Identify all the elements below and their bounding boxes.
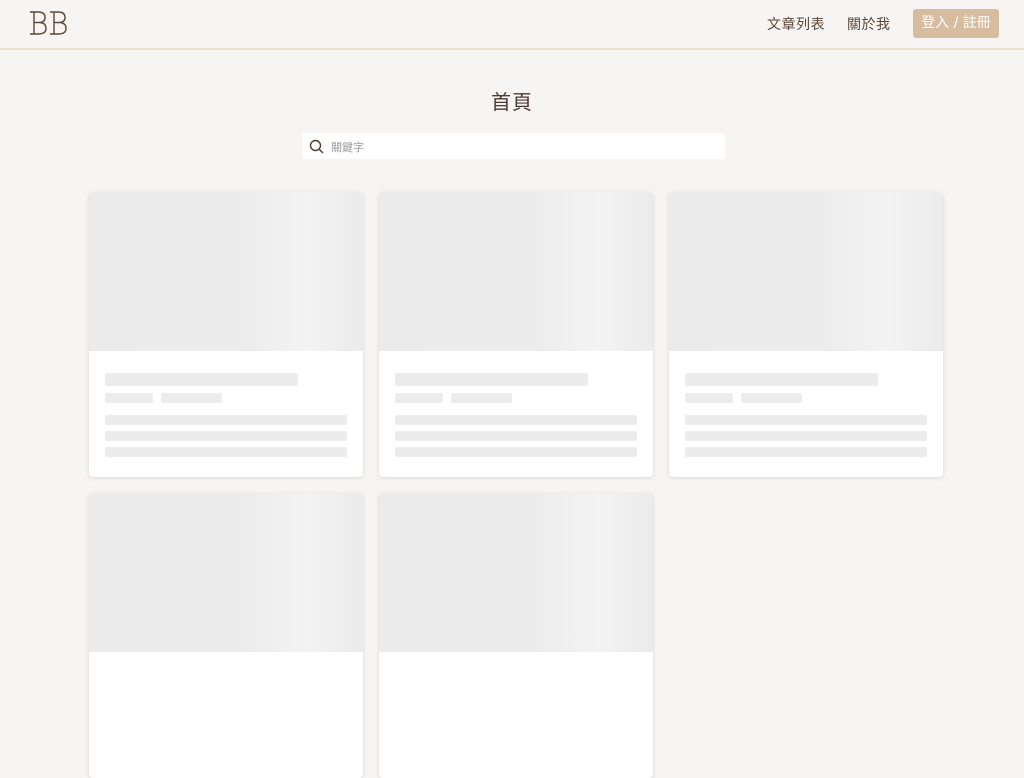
top-navbar: 文章列表 關於我 登入 / 註冊: [0, 0, 1024, 50]
skeleton-meta: [451, 393, 512, 403]
nav-link-articles[interactable]: 文章列表: [767, 14, 825, 34]
card-image-placeholder: [669, 192, 943, 351]
skeleton-text-line: [105, 415, 347, 425]
article-card-skeleton[interactable]: [379, 192, 653, 477]
article-card-skeleton[interactable]: [89, 493, 363, 778]
skeleton-text-line: [395, 415, 637, 425]
article-card-skeleton[interactable]: [379, 493, 653, 778]
skeleton-text-line: [685, 431, 927, 441]
skeleton-text-line: [395, 447, 637, 457]
page-title: 首頁: [491, 90, 533, 114]
skeleton-text-line: [395, 431, 637, 441]
skeleton-meta: [741, 393, 802, 403]
skeleton-title: [685, 373, 878, 386]
skeleton-meta: [105, 393, 153, 403]
skeleton-text-line: [685, 415, 927, 425]
nav-link-about[interactable]: 關於我: [847, 14, 891, 34]
skeleton-title: [395, 373, 588, 386]
search-box[interactable]: [302, 133, 725, 159]
search-input[interactable]: [329, 136, 713, 158]
skeleton-text-line: [685, 447, 927, 457]
skeleton-meta: [161, 393, 222, 403]
skeleton-meta: [685, 393, 733, 403]
skeleton-meta: [395, 393, 443, 403]
skeleton-text-line: [105, 447, 347, 457]
card-image-placeholder: [89, 192, 363, 351]
login-register-button[interactable]: 登入 / 註冊: [913, 9, 999, 38]
skeleton-text-line: [105, 431, 347, 441]
article-card-skeleton[interactable]: [89, 192, 363, 477]
skeleton-title: [105, 373, 298, 386]
card-image-placeholder: [379, 192, 653, 351]
logo-icon[interactable]: [28, 10, 70, 36]
search-icon: [309, 139, 324, 154]
article-card-skeleton[interactable]: [669, 192, 943, 477]
